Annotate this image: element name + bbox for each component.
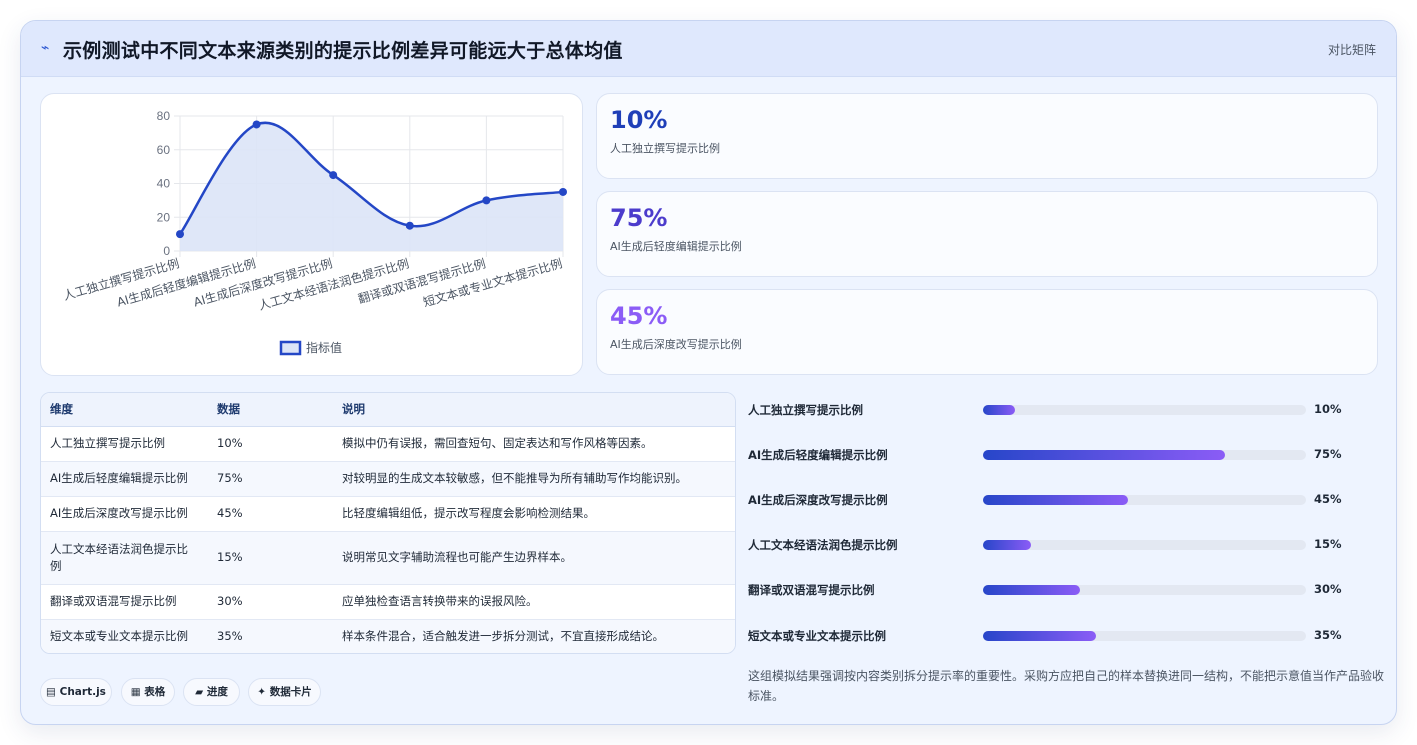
- progress-track: [983, 631, 1306, 641]
- page-title: 示例测试中不同文本来源类别的提示比例差异可能远大于总体均值: [63, 40, 623, 62]
- legend-label: 指标值: [306, 340, 342, 355]
- progress-label: AI生成后轻度编辑提示比例: [748, 448, 888, 462]
- progress-track: [983, 585, 1306, 595]
- stat-label: AI生成后深度改写提示比例: [610, 338, 742, 351]
- y-tick-label: 0: [163, 244, 170, 258]
- table-cell: 35%: [208, 619, 333, 653]
- stat-value: 75%: [610, 204, 668, 232]
- progress-label: AI生成后深度改写提示比例: [748, 493, 888, 507]
- y-tick-label: 60: [157, 143, 171, 157]
- progress-row: 翻译或双语混写提示比例 30%: [748, 580, 1378, 600]
- table-row: 翻译或双语混写提示比例 30% 应单独检查语言转换带来的误报风险。: [41, 584, 735, 620]
- progress-row: 人工独立撰写提示比例 10%: [748, 400, 1378, 420]
- progress-value: 15%: [1314, 537, 1342, 551]
- data-point: [405, 221, 414, 230]
- chip-progress[interactable]: ▰ 进度: [183, 678, 240, 706]
- progress-track: [983, 495, 1306, 505]
- column-header-dimension: 维度: [41, 393, 208, 427]
- progress-value: 10%: [1314, 402, 1342, 416]
- progress-fill: [983, 540, 1032, 550]
- legend-swatch: [279, 340, 302, 356]
- line-chart-panel: 0 20 40 60 80 人工独立撰写提示比例 AI生成后轻度编辑提示比例 AI生成后深度改…: [40, 93, 583, 376]
- progress-label: 人工独立撰写提示比例: [748, 403, 863, 417]
- chip-data-card[interactable]: ✦ 数据卡片: [248, 678, 321, 706]
- progress-value: 45%: [1314, 492, 1342, 506]
- table-row: AI生成后轻度编辑提示比例 75% 对较明显的生成文本较敏感，但不能推导为所有辅…: [41, 461, 735, 497]
- table-cell: 说明常见文字辅助流程也可能产生边界样本。: [333, 531, 735, 585]
- pulse-icon: ⌁: [41, 40, 50, 56]
- y-tick-label: 20: [157, 210, 171, 224]
- data-table: 维度 数据 说明 人工独立撰写提示比例 10% 模拟中仍有误报，需回查短句、固定…: [41, 393, 735, 653]
- table-cell: 短文本或专业文本提示比例: [41, 619, 208, 653]
- column-header-description: 说明: [333, 393, 735, 427]
- table-cell: 45%: [208, 496, 333, 532]
- stat-value: 10%: [610, 106, 668, 134]
- progress-row: AI生成后轻度编辑提示比例 75%: [748, 445, 1378, 465]
- chip-chartjs[interactable]: ▤ Chart.js: [40, 678, 112, 706]
- table-cell: 对较明显的生成文本较敏感，但不能推导为所有辅助写作均能识别。: [333, 461, 735, 497]
- progress-fill: [983, 631, 1097, 641]
- progress-fill: [983, 450, 1226, 460]
- table-row: 短文本或专业文本提示比例 35% 样本条件混合，适合触发进一步拆分测试，不宜直接…: [41, 619, 735, 653]
- table-cell: 人工独立撰写提示比例: [41, 426, 208, 462]
- progress-fill: [983, 405, 1016, 415]
- comparison-matrix-label: 对比矩阵: [1327, 43, 1376, 57]
- table-cell: 样本条件混合，适合触发进一步拆分测试，不宜直接形成结论。: [333, 619, 735, 653]
- table-cell: 模拟中仍有误报，需回查短句、固定表达和写作风格等因素。: [333, 426, 735, 462]
- data-table-panel: 维度 数据 说明 人工独立撰写提示比例 10% 模拟中仍有误报，需回查短句、固定…: [40, 392, 736, 654]
- table-cell: 应单独检查语言转换带来的误报风险。: [333, 584, 735, 620]
- table-cell: 人工文本经语法润色提示比例: [41, 531, 208, 585]
- progress-track: [983, 405, 1306, 415]
- stat-label: 人工独立撰写提示比例: [610, 142, 720, 155]
- progress-value: 35%: [1314, 628, 1342, 642]
- progress-track: [983, 540, 1306, 550]
- stat-card-1: 10% 人工独立撰写提示比例: [596, 93, 1378, 179]
- table-cell: 75%: [208, 461, 333, 497]
- table-row: 人工独立撰写提示比例 10% 模拟中仍有误报，需回查短句、固定表达和写作风格等因…: [41, 426, 735, 462]
- progress-fill: [983, 495, 1129, 505]
- table-row: 人工文本经语法润色提示比例 15% 说明常见文字辅助流程也可能产生边界样本。: [41, 531, 735, 585]
- table-cell: AI生成后深度改写提示比例: [41, 496, 208, 532]
- table-cell: 15%: [208, 531, 333, 585]
- progress-value: 30%: [1314, 582, 1342, 596]
- progress-value: 75%: [1314, 447, 1342, 461]
- stat-card-2: 75% AI生成后轻度编辑提示比例: [596, 191, 1378, 277]
- data-point: [252, 120, 261, 129]
- stat-label: AI生成后轻度编辑提示比例: [610, 240, 742, 253]
- data-point: [176, 230, 184, 239]
- header-bar: ⌁ 示例测试中不同文本来源类别的提示比例差异可能远大于总体均值 对比矩阵: [21, 21, 1396, 77]
- progress-label: 人工文本经语法润色提示比例: [748, 538, 898, 552]
- column-header-data: 数据: [208, 393, 333, 427]
- table-cell: 10%: [208, 426, 333, 462]
- progress-label: 短文本或专业文本提示比例: [748, 629, 886, 643]
- y-tick-label: 40: [157, 177, 171, 191]
- progress-row: AI生成后深度改写提示比例 45%: [748, 490, 1378, 510]
- table-cell: 30%: [208, 584, 333, 620]
- chip-table[interactable]: ▦ 表格: [121, 678, 175, 706]
- main-card: ⌁ 示例测试中不同文本来源类别的提示比例差异可能远大于总体均值 对比矩阵 0 20…: [20, 20, 1397, 725]
- progress-fill: [983, 585, 1080, 595]
- progress-track: [983, 450, 1306, 460]
- line-chart: 020406080人工独立撰写提示比例AI生成后轻度编辑提示比例AI生成后深度改…: [61, 109, 567, 356]
- data-point: [482, 196, 491, 205]
- stat-card-3: 45% AI生成后深度改写提示比例: [596, 289, 1378, 375]
- y-tick-label: 80: [157, 109, 171, 123]
- table-cell: 比轻度编辑组低，提示改写程度会影响检测结果。: [333, 496, 735, 532]
- progress-label: 翻译或双语混写提示比例: [748, 583, 875, 597]
- table-row: AI生成后深度改写提示比例 45% 比轻度编辑组低，提示改写程度会影响检测结果。: [41, 496, 735, 532]
- progress-row: 短文本或专业文本提示比例 35%: [748, 626, 1378, 646]
- table-cell: 翻译或双语混写提示比例: [41, 584, 208, 620]
- progress-row: 人工文本经语法润色提示比例 15%: [748, 535, 1378, 555]
- data-point: [329, 171, 338, 180]
- data-point: [559, 187, 567, 196]
- footnote: 这组模拟结果强调按内容类别拆分提示率的重要性。采购方应把自己的样本替换进同一结构…: [748, 669, 1385, 703]
- table-cell: AI生成后轻度编辑提示比例: [41, 461, 208, 497]
- stat-value: 45%: [610, 302, 668, 330]
